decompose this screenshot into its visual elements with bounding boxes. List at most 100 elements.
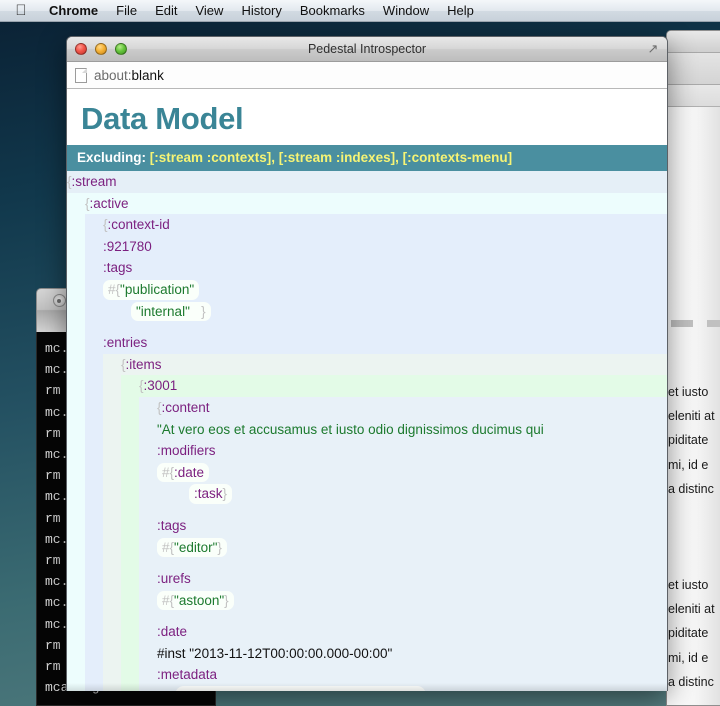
menu-item-history[interactable]: History	[232, 2, 290, 20]
resize-handle-icon[interactable]: ↗	[646, 42, 660, 56]
menu-item-edit[interactable]: Edit	[146, 2, 186, 20]
tree-node-context[interactable]: {:context-id :921780 :tags #{"publicatio…	[85, 214, 667, 691]
apple-icon[interactable]: 	[12, 2, 30, 20]
close-button[interactable]	[75, 43, 87, 55]
tree-row: :entries	[103, 332, 667, 354]
tree-row: "internal" }	[103, 301, 667, 323]
document-page: et iusto eleniti at piditate mi, id e a …	[667, 107, 720, 705]
zoom-button[interactable]	[115, 43, 127, 55]
set-container: #{"editor"}	[157, 537, 227, 558]
document-mark	[671, 320, 693, 327]
set-close-delimiter: }	[201, 303, 206, 319]
window-title: Pedestal Introspector	[307, 42, 427, 56]
tree-value-tag: "editor"	[174, 539, 218, 555]
tree-key[interactable]: :3001	[144, 378, 178, 393]
menu-item-view[interactable]: View	[186, 2, 232, 20]
tree-row: :task}	[157, 483, 667, 505]
page-title: Data Model	[81, 101, 244, 136]
tree-node-active[interactable]: {:active {:context-id :921780 :tags #{"p…	[67, 192, 667, 691]
set-open-delimiter: #{	[162, 464, 175, 480]
document-text-line: mi, id e	[668, 457, 709, 472]
tree-value-uref: "astoon"	[174, 592, 225, 608]
tree-key[interactable]: :context-id	[108, 217, 170, 232]
viewport-bottom-shadow	[67, 683, 667, 691]
url-scheme: about:	[94, 67, 132, 83]
document-text-line: et iusto	[668, 385, 709, 399]
tree-row: {:3001	[139, 375, 667, 397]
tree-key[interactable]: :entries	[103, 335, 147, 350]
url-path: blank	[131, 67, 164, 83]
tree-value-date: #inst "2013-11-12T00:00:00.000-00:00"	[157, 645, 393, 661]
tree-row: #{"publication"	[103, 279, 667, 301]
address-bar-text[interactable]: about:blank	[94, 68, 164, 83]
tree-key[interactable]: :tags	[103, 260, 132, 275]
menu-item-help[interactable]: Help	[438, 2, 483, 20]
tree-node-stream[interactable]: {:stream {:active {:context-id :921780 :…	[67, 171, 667, 691]
document-text-line: eleniti at	[668, 409, 715, 424]
tree-key[interactable]: :date	[157, 624, 187, 639]
tree-row: {:active	[85, 193, 667, 215]
address-bar[interactable]: about:blank	[67, 62, 667, 89]
background-document-window[interactable]: et iusto eleniti at piditate mi, id e a …	[666, 30, 720, 706]
set-container: #{"publication"	[103, 279, 200, 300]
tree-key[interactable]: :modifiers	[157, 443, 216, 458]
menu-item-window[interactable]: Window	[374, 2, 438, 20]
document-toolbar[interactable]	[667, 53, 720, 85]
set-open-delimiter: #{	[162, 539, 175, 555]
tree-row: {:context-id	[103, 214, 667, 236]
tree-key[interactable]: :content	[162, 400, 210, 415]
tree-value-modifier: :task	[194, 486, 223, 502]
tree-row: "At vero eos et accusamus et iusto odio …	[157, 419, 667, 441]
document-text-line: piditate	[668, 626, 709, 641]
set-close-delimiter: }	[224, 592, 229, 608]
minimize-button[interactable]	[95, 43, 107, 55]
tree-value-tag: "publication"	[120, 281, 195, 297]
tree-row: {:content	[157, 397, 667, 419]
tree-node-items[interactable]: {:items {:3001 {:content "At vero eos et…	[103, 353, 667, 691]
excluding-banner: Excluding: [:stream :contexts], [:stream…	[67, 145, 667, 171]
browser-window[interactable]: Pedestal Introspector ↗ about:blank Data…	[66, 36, 668, 691]
tree-key[interactable]: :urefs	[157, 571, 191, 586]
excluding-label: Excluding:	[77, 150, 147, 165]
tree-key[interactable]: :stream	[72, 174, 117, 189]
tree-key[interactable]: :metadata	[157, 667, 217, 682]
tree-row: {:items	[121, 354, 667, 376]
excluding-paths: [:stream :contexts], [:stream :indexes],…	[149, 150, 513, 165]
tree-key[interactable]: :tags	[157, 518, 186, 533]
page-viewport: Data Model Excluding: [:stream :contexts…	[67, 89, 667, 691]
document-text-line: et iusto	[668, 578, 709, 593]
document-text-line: a distinc	[668, 481, 714, 496]
menu-item-chrome[interactable]: Chrome	[40, 2, 107, 20]
tree-row: #{:date	[157, 462, 667, 484]
tree-key[interactable]: :active	[90, 196, 129, 211]
tree-value-content: "At vero eos et accusamus et iusto odio …	[157, 421, 544, 437]
window-controls[interactable]	[75, 43, 127, 55]
menu-item-file[interactable]: File	[107, 2, 146, 20]
set-container: :task}	[189, 484, 233, 504]
terminal-knob-icon[interactable]	[52, 294, 66, 307]
document-text-line: a distinc	[668, 674, 714, 689]
tree-node-entry-3001[interactable]: {:3001 {:content "At vero eos et accusam…	[121, 375, 667, 691]
set-close-delimiter: }	[217, 539, 222, 555]
tree-value-context-id: :921780	[103, 238, 152, 254]
tree-row: :tags	[157, 515, 667, 537]
set-container: #{:date	[157, 462, 210, 483]
document-text-line: mi, id e	[668, 650, 709, 665]
tree-value-tag: "internal"	[136, 303, 190, 319]
document-ruler	[667, 85, 720, 107]
tree-row: {:stream	[67, 171, 667, 193]
tree-row: #inst "2013-11-12T00:00:00.000-00:00"	[157, 643, 667, 665]
tree-node-entry-body[interactable]: {:content "At vero eos et accusamus et i…	[139, 396, 667, 691]
menu-item-bookmarks[interactable]: Bookmarks	[291, 2, 374, 20]
set-close-delimiter: }	[222, 486, 228, 502]
tree-key[interactable]: :items	[126, 357, 162, 372]
set-container: "internal" }	[131, 301, 211, 322]
document-paragraph-gap	[667, 501, 720, 573]
set-open-delimiter: #{	[108, 281, 121, 297]
browser-titlebar[interactable]: Pedestal Introspector ↗	[67, 37, 667, 62]
document-titlebar[interactable]	[667, 31, 720, 53]
